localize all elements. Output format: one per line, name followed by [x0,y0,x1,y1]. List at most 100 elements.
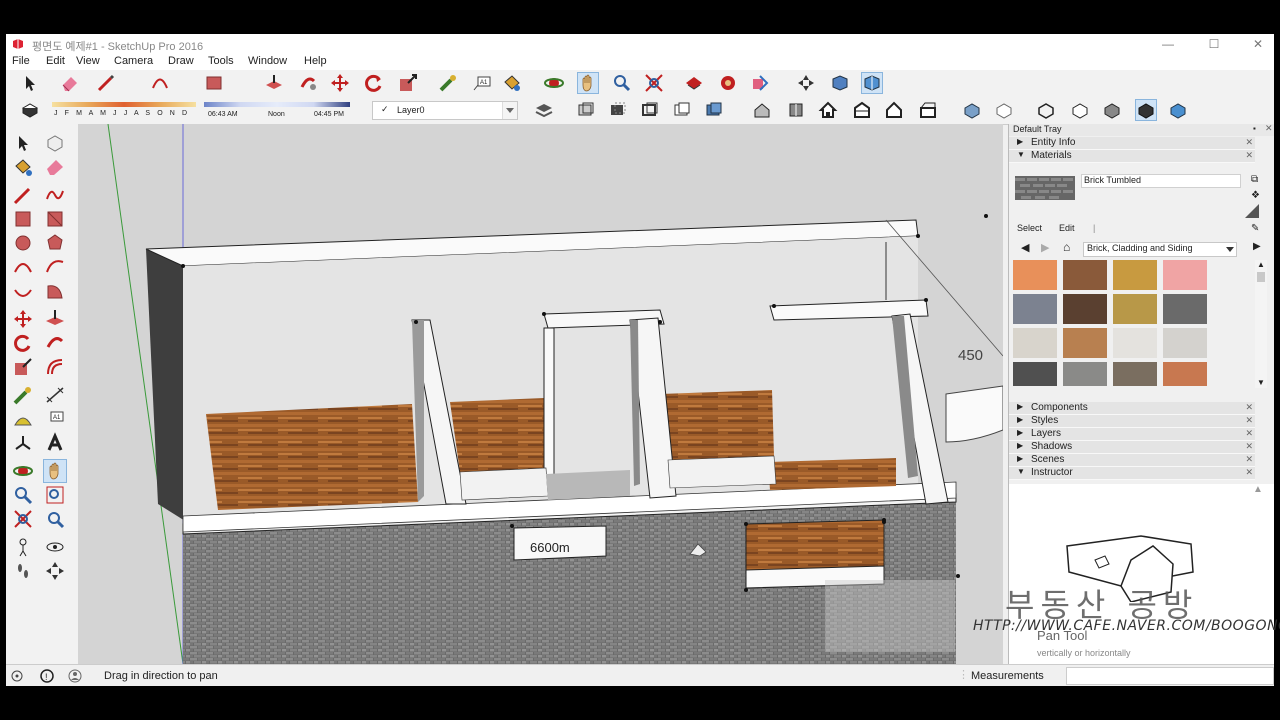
material-preview-swatch[interactable] [1015,176,1075,200]
scale-tool-button[interactable] [398,73,418,93]
panel-instructor[interactable]: ▼ Instructor ✕ [1009,467,1255,480]
sample-paint-icon[interactable]: ❖ [1251,190,1260,201]
details-arrow-icon[interactable]: ▶ [1253,241,1261,252]
material-swatch[interactable] [1113,328,1157,358]
front-view-button[interactable] [818,100,838,120]
menu-tools[interactable]: Tools [208,55,234,67]
scroll-down-icon[interactable]: ▼ [1257,378,1265,387]
material-swatch[interactable] [1013,328,1057,358]
left-3dtext-button[interactable] [44,432,66,454]
left-offset-button[interactable] [44,356,66,378]
style-shaded-button[interactable] [1102,100,1122,120]
forward-arrow-icon[interactable]: ▶ [1041,241,1049,254]
tab-edit[interactable]: Edit [1059,223,1075,233]
menu-edit[interactable]: Edit [46,55,65,67]
left-select-button[interactable] [12,132,34,154]
left-zoom-extents-button[interactable] [12,508,34,530]
panel-close-icon[interactable]: ✕ [1245,467,1253,478]
home-icon[interactable]: ⌂ [1063,240,1070,254]
left-zoom-window-button[interactable] [44,484,66,506]
menu-view[interactable]: View [76,55,100,67]
left-text-button[interactable]: A1 [44,408,66,430]
pan-button[interactable] [577,72,599,94]
layer-dropdown-button[interactable] [502,102,517,119]
left-zoom-button[interactable] [12,484,34,506]
left-move-button[interactable] [12,308,34,330]
top-view-button[interactable] [786,100,806,120]
left-previous-view-button[interactable] [44,508,66,530]
menu-help[interactable]: Help [304,55,327,67]
tray-close-icon[interactable]: ✕ [1265,123,1273,134]
left-section-button[interactable] [44,560,66,582]
left-protractor-button[interactable] [12,408,34,430]
left-arc-button[interactable] [12,256,34,278]
look-around-button[interactable] [861,72,883,94]
wireframe-button[interactable] [640,100,660,120]
panel-materials[interactable]: ▼ Materials ✕ [1009,150,1255,163]
xray-button[interactable] [576,100,596,120]
tab-select[interactable]: Select [1017,223,1042,233]
components-warehouse-button[interactable] [718,73,738,93]
left-2pt-arc-button[interactable] [44,256,66,278]
zoom-button[interactable] [612,73,632,93]
eyedropper-icon[interactable]: ✎ [1251,223,1259,234]
left-pushpull-button[interactable] [44,308,66,330]
left-dimension-button[interactable] [44,384,66,406]
panel-scenes[interactable]: ▶ Scenes ✕ [1009,454,1255,467]
menu-draw[interactable]: Draw [168,55,194,67]
panel-styles[interactable]: ▶ Styles ✕ [1009,415,1255,428]
move-tool-button[interactable] [330,73,350,93]
shadow-month-slider[interactable]: J F M A M J J A S O N D [52,100,196,122]
style-wire-button[interactable] [1036,100,1056,120]
left-circle-button[interactable] [12,232,34,254]
scroll-thumb[interactable] [1257,272,1265,282]
panel-shadows[interactable]: ▶ Shadows ✕ [1009,441,1255,454]
paint-bucket-button[interactable] [502,73,522,93]
instructor-scroll-up-icon[interactable]: ▲ [1253,484,1263,495]
back-edges-button[interactable] [608,100,628,120]
back-arrow-icon[interactable]: ◀ [1021,241,1029,254]
collection-select[interactable]: Brick, Cladding and Siding [1083,242,1237,257]
position-camera-button[interactable] [796,73,816,93]
arc-tool-button[interactable] [150,73,170,93]
left-view-button[interactable] [918,100,938,120]
create-material-icon[interactable]: ⧉ [1251,174,1258,185]
material-swatch[interactable] [1163,362,1207,386]
left-pie-button[interactable] [44,280,66,302]
modeling-viewport[interactable]: 450 6600m [78,124,1003,664]
layer-manager-button[interactable] [534,100,554,120]
left-component-button[interactable] [44,132,66,154]
measurements-input[interactable] [1066,667,1274,685]
swatch-scrollbar[interactable]: ▲ ▼ [1255,260,1267,388]
minimize-button[interactable]: — [1154,36,1182,52]
left-rotate-button[interactable] [12,332,34,354]
left-3pt-arc-button[interactable] [12,280,34,302]
left-rotated-rect-button[interactable] [44,208,66,230]
warehouse-button[interactable] [684,73,704,93]
left-scale-button[interactable] [12,356,34,378]
right-view-button[interactable] [852,100,872,120]
shadow-settings-button[interactable] [20,100,40,120]
left-eraser-button[interactable] [44,156,66,178]
material-swatch[interactable] [1113,260,1157,290]
shadow-time-slider[interactable]: 06:43 AM Noon 04:45 PM [204,100,354,122]
scroll-up-icon[interactable]: ▲ [1257,260,1265,269]
orbit-button[interactable] [544,73,564,93]
material-swatch[interactable] [1013,260,1057,290]
material-swatch[interactable] [1113,362,1157,386]
panel-close-icon[interactable]: ✕ [1245,137,1253,148]
style-hidden-button[interactable] [994,100,1014,120]
style-colored-button[interactable] [1168,100,1188,120]
left-position-camera-button[interactable] [12,536,34,558]
select-tool-button[interactable] [20,73,40,93]
material-swatch[interactable] [1163,294,1207,324]
material-swatch[interactable] [1063,260,1107,290]
tape-measure-button[interactable] [438,73,458,93]
material-swatch[interactable] [1063,294,1107,324]
left-orbit-button[interactable] [12,460,34,482]
style-xray-button[interactable] [962,100,982,120]
panel-close-icon[interactable]: ✕ [1245,454,1253,465]
shaded-button[interactable] [704,100,724,120]
iso-view-button[interactable] [752,100,772,120]
extension-warehouse-button[interactable] [750,73,770,93]
